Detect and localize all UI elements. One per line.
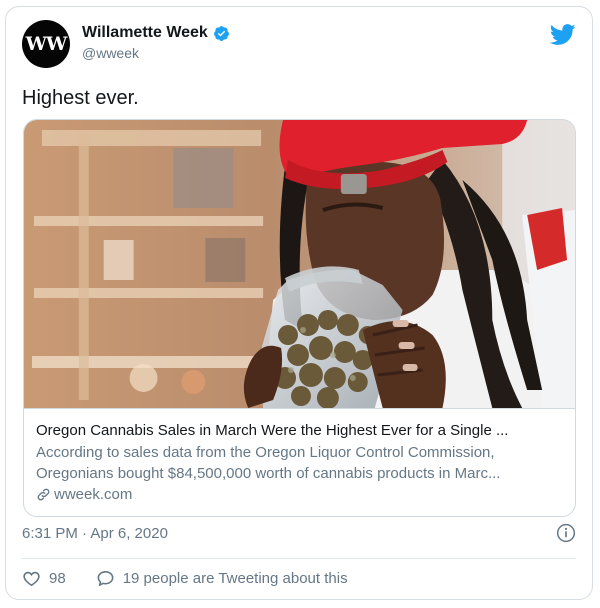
author-info[interactable]: Willamette Week @wweek — [82, 24, 230, 61]
link-description-line-1: According to sales data from the Oregon … — [36, 444, 495, 461]
verified-badge-icon — [213, 25, 229, 41]
link-description-line-2: Oregonians bought $84,500,000 worth of c… — [36, 465, 501, 482]
tweet-actions: 98 19 people are Tweeting about this — [22, 569, 378, 588]
display-name[interactable]: Willamette Week — [82, 24, 208, 42]
link-preview-image[interactable] — [24, 120, 575, 408]
twitter-bird-icon[interactable] — [550, 24, 576, 46]
heart-icon — [23, 571, 40, 587]
link-preview-body[interactable]: Oregon Cannabis Sales in March Were the … — [24, 408, 575, 516]
link-domain-text[interactable]: wweek.com — [54, 486, 132, 503]
user-handle[interactable]: @wweek — [82, 45, 230, 61]
like-button[interactable]: 98 — [22, 569, 66, 588]
tweet-timestamp[interactable]: 6:31 PM · Apr 6, 2020 — [22, 525, 168, 542]
tweet-text: Highest ever. — [22, 87, 139, 109]
avatar[interactable]: WW — [22, 20, 70, 68]
embedded-tweet-card: WW Willamette Week @wweek Highest ever. — [5, 6, 593, 600]
link-domain[interactable]: wweek.com — [36, 486, 563, 503]
speech-bubble-icon — [97, 570, 114, 587]
tweet-header: WW Willamette Week @wweek — [22, 20, 576, 72]
divider — [22, 558, 576, 559]
link-icon — [37, 488, 50, 501]
link-description: According to sales data from the Oregon … — [36, 442, 563, 484]
like-count: 98 — [49, 570, 66, 587]
conversation-link[interactable]: 19 people are Tweeting about this — [96, 569, 348, 588]
link-preview-card[interactable]: Oregon Cannabis Sales in March Were the … — [23, 119, 576, 517]
conversation-text: 19 people are Tweeting about this — [122, 570, 348, 587]
avatar-logo-text: WW — [25, 33, 68, 55]
link-title[interactable]: Oregon Cannabis Sales in March Were the … — [36, 421, 563, 440]
info-icon[interactable] — [556, 523, 576, 543]
